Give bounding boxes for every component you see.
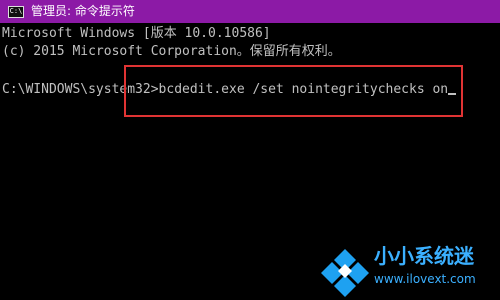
- site-watermark: 小小系统迷 www.ilovext.com: [318, 241, 500, 300]
- version-line: Microsoft Windows [版本 10.0.10586]: [2, 26, 271, 41]
- watermark-title: 小小系统迷: [374, 244, 474, 268]
- cmd-icon: C:\: [8, 5, 24, 18]
- site-logo-icon: [321, 249, 369, 297]
- watermark-url: www.ilovext.com: [374, 272, 476, 286]
- command-prompt-window: C:\ 管理员: 命令提示符 Microsoft Windows [版本 10.…: [0, 0, 500, 300]
- command-highlight-box: [124, 65, 463, 117]
- window-titlebar[interactable]: C:\ 管理员: 命令提示符: [0, 0, 500, 23]
- window-title: 管理员: 命令提示符: [31, 4, 135, 18]
- copyright-line: (c) 2015 Microsoft Corporation。保留所有权利。: [2, 44, 341, 59]
